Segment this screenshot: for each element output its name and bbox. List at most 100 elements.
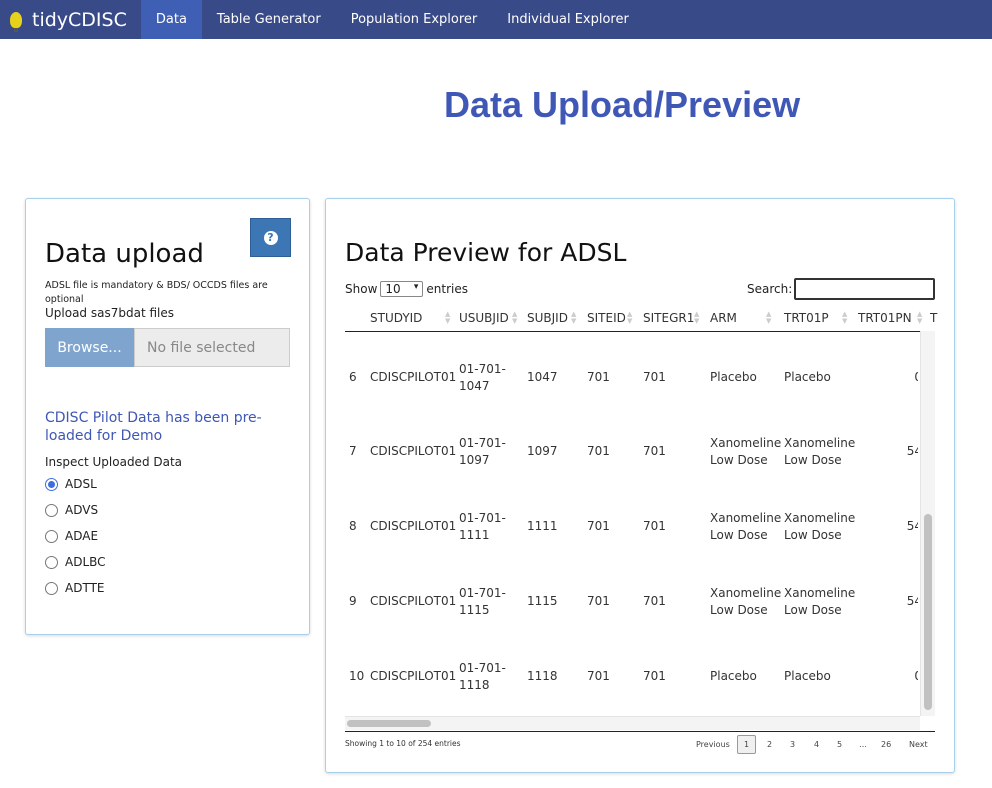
sort-icon[interactable]: ▲ ▼	[917, 311, 922, 325]
chevron-down-icon: ▾	[413, 282, 419, 292]
search-input[interactable]	[794, 278, 935, 300]
horizontal-scrollbar[interactable]	[345, 716, 920, 730]
table-cell: 54	[906, 519, 918, 533]
table-cell: 01-701-1115	[459, 586, 506, 617]
sort-icon[interactable]: ▲ ▼	[842, 311, 847, 325]
page-4-button[interactable]: 4	[814, 740, 819, 749]
radio-label: ADLBC	[65, 555, 106, 569]
upload-label: Upload sas7bdat files	[45, 306, 174, 320]
column-header-arm[interactable]: ARM	[710, 311, 737, 325]
table-cell: 701	[587, 669, 610, 683]
column-header-t[interactable]: T	[930, 311, 937, 325]
header-divider	[345, 331, 935, 332]
previous-button[interactable]: Previous	[696, 740, 730, 749]
table-cell: 54	[906, 444, 918, 458]
table-cell: Placebo	[784, 370, 831, 384]
table-cell: Placebo	[710, 370, 757, 384]
sort-icon[interactable]: ▲ ▼	[694, 311, 699, 325]
table-cell: 701	[587, 594, 610, 608]
table-cell: Xanomeline Low Dose	[784, 511, 856, 542]
column-header-trt01p[interactable]: TRT01P	[784, 311, 829, 325]
inspect-label: Inspect Uploaded Data	[45, 455, 183, 469]
table-cell: 01-701-1118	[459, 661, 506, 692]
sort-icon[interactable]: ▲ ▼	[766, 311, 771, 325]
table-cell: 6	[349, 370, 357, 384]
table-cell: 701	[587, 370, 610, 384]
radio-adsl[interactable]: ADSL	[45, 471, 106, 497]
radio-checked-icon	[45, 477, 58, 491]
page-1-button[interactable]: 1	[737, 735, 757, 754]
upload-title: Data upload	[45, 239, 204, 269]
table-cell: 54	[906, 594, 918, 608]
entries-select[interactable]: 10 ▾	[380, 281, 424, 297]
radio-adlbc[interactable]: ADLBC	[45, 549, 106, 575]
vertical-scroll-thumb[interactable]	[924, 514, 932, 710]
radio-icon	[45, 529, 58, 543]
page-26-button[interactable]: 26	[881, 740, 891, 749]
brand-name: tidyCDISC	[32, 8, 127, 31]
search-label: Search:	[747, 282, 793, 296]
radio-adtte[interactable]: ADTTE	[45, 575, 106, 601]
brand[interactable]: tidyCDISC	[0, 0, 141, 39]
table-cell: 0	[877, 668, 918, 685]
table-cell: 701	[643, 594, 666, 608]
page-title: Data Upload/Preview	[444, 84, 801, 125]
column-header-trt01pn[interactable]: TRT01PN	[858, 311, 912, 325]
radio-advs[interactable]: ADVS	[45, 497, 106, 523]
page-3-button[interactable]: 3	[790, 740, 795, 749]
help-button[interactable]: ?	[250, 218, 291, 257]
table-cell: Xanomeline Low Dose	[784, 586, 856, 617]
column-header-usubjid[interactable]: USUBJID	[459, 311, 509, 325]
column-header-studyid[interactable]: STUDYID	[370, 311, 422, 325]
radio-label: ADAE	[65, 529, 99, 543]
table-cell: 1111	[527, 519, 558, 533]
next-button[interactable]: Next	[909, 740, 928, 749]
page-2-button[interactable]: 2	[767, 740, 772, 749]
table-cell: 1097	[527, 444, 558, 458]
sort-icon[interactable]: ▲ ▼	[571, 311, 576, 325]
sort-icon[interactable]: ▲ ▼	[445, 311, 450, 325]
radio-label: ADSL	[65, 477, 97, 491]
table-cell: 701	[587, 444, 610, 458]
radio-adae[interactable]: ADAE	[45, 523, 106, 549]
tab-individual-explorer[interactable]: Individual Explorer	[492, 0, 644, 39]
table-cell: 1115	[527, 594, 558, 608]
radio-icon	[45, 555, 58, 569]
table-cell: Xanomeline Low Dose	[784, 436, 856, 467]
tab-population-explorer[interactable]: Population Explorer	[336, 0, 493, 39]
table-cell: Xanomeline Low Dose	[710, 511, 782, 542]
table-cell: CDISCPILOT01	[370, 370, 457, 384]
sort-icon[interactable]: ▲ ▼	[627, 311, 632, 325]
entries-value: 10	[385, 282, 401, 296]
table-cell: 1047	[527, 370, 558, 384]
horizontal-scroll-thumb[interactable]	[347, 720, 431, 727]
column-header-sitegr1[interactable]: SITEGR1	[643, 311, 694, 325]
vertical-scrollbar[interactable]	[920, 331, 935, 716]
preview-title: Data Preview for ADSL	[345, 238, 627, 267]
table-cell: 01-701-1047	[459, 362, 506, 393]
table-cell: 10	[349, 669, 365, 683]
page-5-button[interactable]: 5	[837, 740, 842, 749]
table-cell: Xanomeline Low Dose	[710, 586, 782, 617]
navbar: tidyCDISC Data Table Generator Populatio…	[0, 0, 992, 39]
entries-label: entries	[426, 282, 468, 296]
pagination-ellipsis: …	[859, 740, 867, 749]
table-cell: 701	[587, 519, 610, 533]
browse-button[interactable]: Browse...	[45, 328, 134, 367]
upload-note: ADSL file is mandatory & BDS/ OCCDS file…	[45, 280, 268, 305]
radio-icon	[45, 503, 58, 517]
sort-icon[interactable]: ▲ ▼	[512, 311, 517, 325]
demo-message: CDISC Pilot Data has been pre-loaded for…	[45, 410, 262, 444]
file-input[interactable]: No file selected	[134, 328, 290, 367]
tab-data[interactable]: Data	[140, 0, 202, 39]
column-header-subjid[interactable]: SUBJID	[527, 311, 568, 325]
question-circle-icon: ?	[263, 230, 278, 245]
table-info: Showing 1 to 10 of 254 entries	[345, 739, 461, 748]
table-cell: 9	[349, 594, 357, 608]
table-cell: 0	[877, 369, 918, 386]
column-header-siteid[interactable]: SITEID	[587, 311, 626, 325]
table-cell: 701	[643, 669, 666, 683]
tab-table-generator[interactable]: Table Generator	[202, 0, 336, 39]
table-cell: 1118	[527, 669, 558, 683]
lightbulb-logo-icon	[10, 11, 22, 32]
